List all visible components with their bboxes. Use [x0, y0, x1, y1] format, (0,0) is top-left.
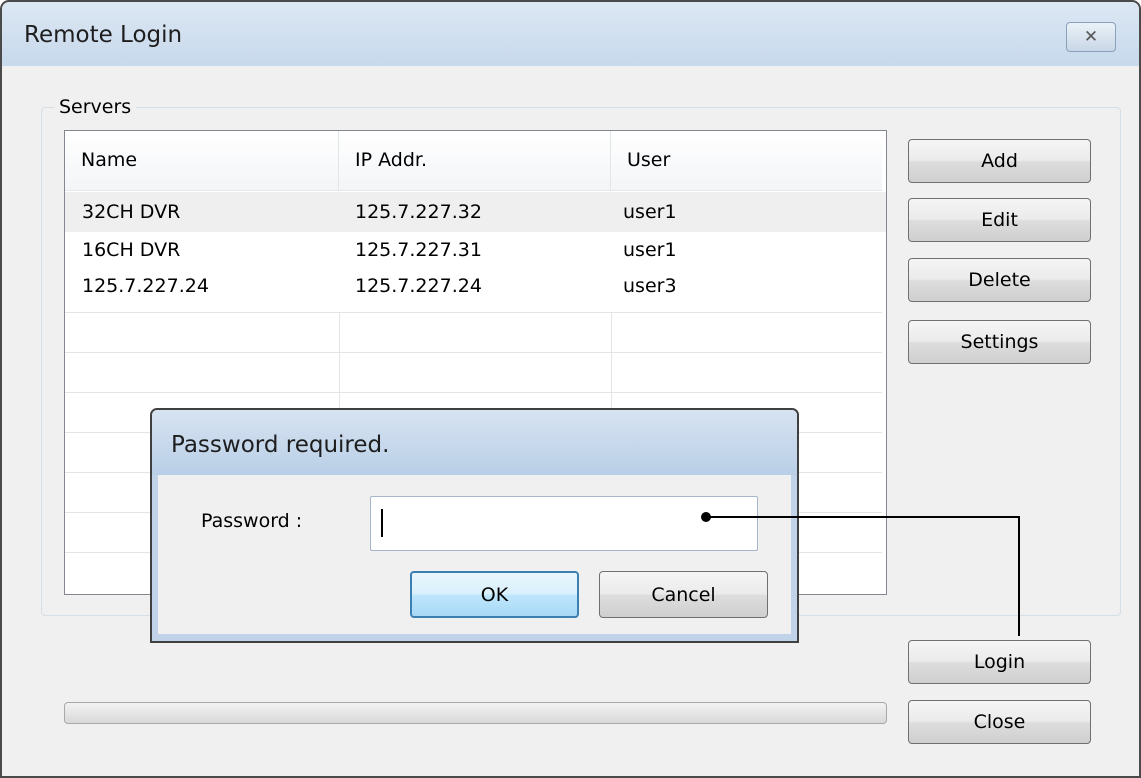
- ok-button[interactable]: OK: [410, 571, 579, 618]
- column-header-name[interactable]: Name: [65, 131, 339, 190]
- add-button[interactable]: Add: [908, 139, 1091, 183]
- servers-group-label: Servers: [54, 96, 137, 118]
- edit-button[interactable]: Edit: [908, 198, 1091, 242]
- list-header: Name IP Addr. User: [65, 131, 882, 191]
- dialog-title-bar[interactable]: Password required.: [152, 410, 797, 475]
- cell-user: user1: [623, 239, 677, 261]
- list-rows: 32CH DVR 125.7.227.32 user1 16CH DVR 125…: [65, 192, 886, 312]
- delete-button[interactable]: Delete: [908, 258, 1091, 302]
- dialog-title: Password required.: [171, 432, 390, 458]
- progress-bar: [64, 702, 887, 724]
- close-button[interactable]: Close: [908, 700, 1091, 744]
- cell-ip: 125.7.227.32: [355, 201, 482, 223]
- login-button[interactable]: Login: [908, 640, 1091, 684]
- settings-button[interactable]: Settings: [908, 320, 1091, 364]
- remote-login-window: Remote Login ✕ Servers Name IP Addr. Use…: [0, 0, 1141, 778]
- close-icon[interactable]: ✕: [1066, 22, 1116, 52]
- window-title: Remote Login: [24, 22, 183, 48]
- table-row[interactable]: 16CH DVR 125.7.227.31 user1: [65, 232, 886, 272]
- password-field[interactable]: [370, 496, 758, 551]
- cell-ip: 125.7.227.31: [355, 239, 482, 261]
- column-header-user[interactable]: User: [611, 131, 882, 190]
- cell-name: 32CH DVR: [82, 201, 181, 223]
- text-caret: [381, 509, 383, 537]
- password-label: Password :: [201, 510, 303, 532]
- cell-name: 125.7.227.24: [82, 275, 209, 297]
- column-header-ip[interactable]: IP Addr.: [339, 131, 611, 190]
- cancel-button[interactable]: Cancel: [599, 571, 768, 618]
- cell-name: 16CH DVR: [82, 239, 181, 261]
- password-dialog: Password required. Password : OK Cancel: [150, 408, 799, 643]
- cell-user: user3: [623, 275, 677, 297]
- cell-user: user1: [623, 201, 677, 223]
- cell-ip: 125.7.227.24: [355, 275, 482, 297]
- table-row[interactable]: 32CH DVR 125.7.227.32 user1: [65, 192, 886, 232]
- table-row[interactable]: 125.7.227.24 125.7.227.24 user3: [65, 272, 886, 312]
- title-bar[interactable]: Remote Login ✕: [2, 2, 1139, 66]
